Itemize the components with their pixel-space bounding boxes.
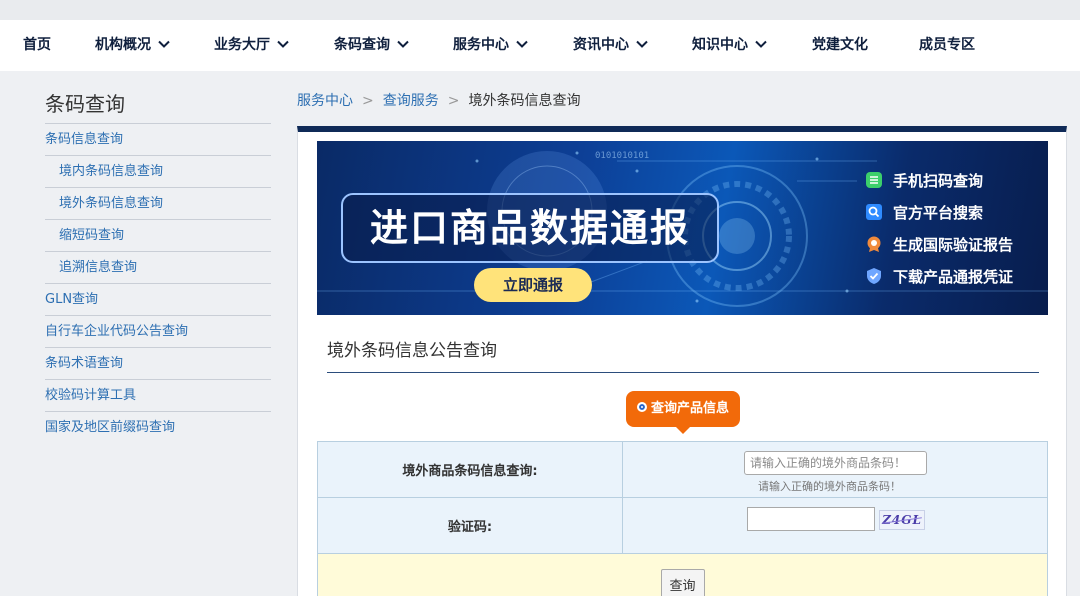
- query-submit-button[interactable]: 查询: [660, 569, 705, 596]
- tab-label: 查询产品信息: [650, 401, 729, 416]
- nav-item-service-center[interactable]: 服务中心: [453, 20, 529, 71]
- banner-feature-label: 官方平台搜索: [893, 204, 984, 222]
- captcha-field-cell: Z4GL: [623, 498, 1047, 553]
- banner-feature-label: 下载产品通报凭证: [893, 268, 1014, 286]
- nav-item-label: 党建文化: [812, 37, 868, 53]
- banner-title: 进口商品数据通报: [341, 193, 719, 263]
- sidebar-item-gln[interactable]: GLN查询: [45, 284, 271, 316]
- banner-decor-digits: 0101010101: [595, 151, 650, 161]
- captcha-input[interactable]: [747, 507, 875, 531]
- scan-icon: [866, 172, 882, 188]
- nav-item-barcode-query[interactable]: 条码查询: [334, 20, 410, 71]
- banner-feature: 生成国际验证报告: [865, 233, 1013, 257]
- nav-item-home[interactable]: 首页: [23, 20, 51, 71]
- sidebar-title: 条码查询: [45, 88, 271, 124]
- nav-item-label: 服务中心: [453, 37, 509, 53]
- captcha-image[interactable]: Z4GL: [879, 510, 925, 530]
- sidebar-item-domestic-barcode[interactable]: 境内条码信息查询: [45, 156, 271, 188]
- nav-item-label: 成员专区: [919, 37, 975, 53]
- nav-item-label: 首页: [23, 37, 51, 53]
- chevron-down-icon: [755, 40, 767, 48]
- breadcrumb-separator: >: [447, 93, 460, 109]
- sidebar-item-barcode-info[interactable]: 条码信息查询: [45, 124, 271, 156]
- query-form: 境外商品条码信息查询: 请输入正确的境外商品条码！ 验证码: Z4GL 查询: [317, 441, 1048, 596]
- nav-item-business[interactable]: 业务大厅: [214, 20, 290, 71]
- nav-item-label: 条码查询: [334, 37, 390, 53]
- nav-item-label: 业务大厅: [214, 37, 270, 53]
- banner-feature: 手机扫码查询: [865, 169, 983, 193]
- breadcrumb-separator: >: [362, 93, 374, 109]
- promo-banner[interactable]: 0101010101 进口商品数据通报 立即通报 手机扫码查询 官方平台搜索 生…: [317, 141, 1048, 315]
- sidebar-item-foreign-barcode[interactable]: 境外条码信息查询: [45, 188, 271, 220]
- banner-feature-label: 生成国际验证报告: [893, 236, 1014, 254]
- chevron-down-icon: [158, 40, 170, 48]
- form-row-barcode: 境外商品条码信息查询: 请输入正确的境外商品条码！: [318, 442, 1047, 498]
- breadcrumb: 服务中心 > 查询服务 > 境外条码信息查询: [297, 90, 580, 112]
- nav-item-news-center[interactable]: 资讯中心: [573, 20, 649, 71]
- nav-item-party-culture[interactable]: 党建文化: [812, 20, 868, 71]
- shield-check-icon: [867, 268, 881, 284]
- barcode-field-cell: 请输入正确的境外商品条码！: [623, 442, 1047, 497]
- form-row-captcha: 验证码: Z4GL: [318, 498, 1047, 554]
- captcha-label: 验证码:: [318, 498, 623, 553]
- nav-item-about[interactable]: 机构概况: [95, 20, 171, 71]
- chevron-down-icon: [636, 40, 648, 48]
- sidebar-item-bicycle-code[interactable]: 自行车企业代码公告查询: [45, 316, 271, 348]
- chevron-down-icon: [277, 40, 289, 48]
- section-divider: [327, 372, 1039, 373]
- nav-item-member-zone[interactable]: 成员专区: [919, 20, 975, 71]
- main-nav: 首页 机构概况 业务大厅 条码查询 服务中心 资讯中心 知识中心 党建文化 成员…: [0, 20, 1080, 71]
- search-icon: [866, 204, 882, 220]
- nav-item-label: 机构概况: [95, 37, 151, 53]
- sidebar-item-prefix-code[interactable]: 国家及地区前缀码查询: [45, 412, 271, 444]
- sidebar-item-short-code[interactable]: 缩短码查询: [45, 220, 271, 252]
- report-now-button[interactable]: 立即通报: [474, 268, 592, 302]
- tab-query-product-info[interactable]: 查询产品信息: [626, 391, 740, 427]
- top-strip: [0, 0, 1080, 20]
- content-panel: 0101010101 进口商品数据通报 立即通报 手机扫码查询 官方平台搜索 生…: [297, 126, 1067, 596]
- barcode-hint: 请输入正确的境外商品条码！: [758, 480, 901, 493]
- nav-item-label: 资讯中心: [573, 37, 629, 53]
- sidebar-item-check-digit[interactable]: 校验码计算工具: [45, 380, 271, 412]
- form-row-submit: 查询: [318, 554, 1047, 596]
- badge-icon: [867, 236, 881, 252]
- barcode-label: 境外商品条码信息查询:: [318, 442, 623, 497]
- banner-feature: 官方平台搜索: [865, 201, 983, 225]
- sidebar-item-terminology[interactable]: 条码术语查询: [45, 348, 271, 380]
- barcode-input[interactable]: [744, 451, 927, 475]
- chevron-down-icon: [397, 40, 409, 48]
- breadcrumb-current: 境外条码信息查询: [468, 93, 581, 109]
- banner-feature-label: 手机扫码查询: [893, 172, 984, 190]
- nav-item-label: 知识中心: [692, 37, 748, 53]
- chevron-down-icon: [516, 40, 528, 48]
- breadcrumb-link-query-service[interactable]: 查询服务: [383, 93, 439, 109]
- radio-selected-icon: [636, 402, 647, 412]
- section-title: 境外条码信息公告查询: [327, 341, 497, 361]
- tab-pointer-arrow: [675, 426, 691, 434]
- sidebar-item-trace-info[interactable]: 追溯信息查询: [45, 252, 271, 284]
- nav-item-knowledge-center[interactable]: 知识中心: [692, 20, 768, 71]
- banner-feature: 下载产品通报凭证: [865, 265, 1013, 289]
- breadcrumb-link-service-center[interactable]: 服务中心: [297, 93, 353, 109]
- sidebar: 条码查询 条码信息查询 境内条码信息查询 境外条码信息查询 缩短码查询 追溯信息…: [45, 88, 271, 444]
